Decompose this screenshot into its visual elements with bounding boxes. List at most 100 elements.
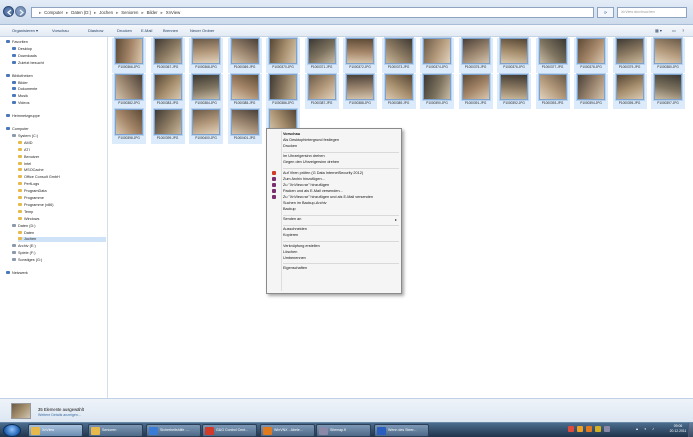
breadcrumb-separator-icon[interactable]: ▸ xyxy=(94,10,96,15)
burn-button[interactable]: Brennen xyxy=(163,27,178,35)
nav-item[interactable]: Musik xyxy=(12,94,106,99)
thumbnail-item[interactable]: P1000386.JPG xyxy=(266,73,300,109)
thumbnail-item[interactable]: P1000383.JPG xyxy=(150,73,185,109)
taskbar-button[interactable]: XnView xyxy=(28,424,83,437)
thumbnail-item[interactable]: P1000385.JPG xyxy=(227,73,262,109)
context-menu-item[interactable]: Senden an xyxy=(283,217,301,222)
thumbnail-item[interactable]: P1000382.JPG xyxy=(112,73,146,109)
context-menu-item[interactable]: Packen und als E-Mail versenden... xyxy=(283,189,343,194)
nav-item[interactable]: Benutzer xyxy=(18,154,106,160)
nav-item[interactable]: Programme xyxy=(18,196,106,201)
thumbnail-item[interactable]: P1000371.JPG xyxy=(304,38,339,73)
new-folder-button[interactable]: Neuer Ordner xyxy=(190,27,214,35)
breadcrumb-item[interactable]: Jochen xyxy=(99,10,113,15)
context-menu-item[interactable]: Löschen xyxy=(283,250,297,255)
nav-item[interactable]: Computer xyxy=(6,127,106,132)
breadcrumb-item[interactable]: Computer xyxy=(44,10,63,15)
nav-item[interactable]: Dokumente xyxy=(12,87,106,92)
thumbnail-item[interactable]: P1000377.JPG xyxy=(535,38,570,73)
thumbnail-item[interactable]: P1000368.JPG xyxy=(189,38,223,73)
taskbar-button[interactable]: WinVNX - Abele... xyxy=(260,424,315,437)
preview-pane-icon[interactable]: ▭ xyxy=(672,27,676,35)
nav-item[interactable]: Sonstiges (G:) xyxy=(12,258,106,263)
organize-button[interactable]: Organisieren ▾ xyxy=(12,27,38,35)
thumbnail-item[interactable]: P1000374.JPG xyxy=(420,38,454,73)
nav-item[interactable]: ATI xyxy=(18,147,106,153)
nav-item[interactable]: Netzwerk xyxy=(6,271,106,276)
email-button[interactable]: E-Mail xyxy=(141,27,152,35)
tray-expand-icon[interactable]: ▴ xyxy=(636,426,638,431)
nav-item[interactable]: Spiele (F:) xyxy=(12,251,106,256)
view-options-icon[interactable]: ▦ ▾ xyxy=(655,27,662,35)
nav-item[interactable]: Favoriten xyxy=(6,40,106,45)
network-icon[interactable]: ◖ xyxy=(644,426,646,431)
tray-icon[interactable] xyxy=(604,426,610,432)
thumbnail-item[interactable]: P1000390.JPG xyxy=(420,73,454,109)
thumbnail-item[interactable]: P1000387.JPG xyxy=(304,73,339,109)
breadcrumb-separator-icon[interactable]: ▸ xyxy=(116,10,118,15)
more-details-link[interactable]: Weitere Details anzeigen... xyxy=(38,413,81,417)
forward-button[interactable] xyxy=(15,6,26,17)
taskbar-button[interactable]: Wenn des Steer... xyxy=(374,424,429,437)
nav-item[interactable]: Bilder xyxy=(12,80,106,86)
context-menu-item[interactable]: Backup xyxy=(283,207,296,212)
breadcrumb-item[interactable]: Daten (D:) xyxy=(71,10,91,15)
nav-item[interactable]: AMD xyxy=(18,140,106,146)
context-menu-item[interactable]: Im Uhrzeigersinn drehen xyxy=(283,154,325,159)
taskbar-button[interactable]: Sicherheitshilfe -... xyxy=(146,424,201,437)
thumbnail-item[interactable]: P1000370.JPG xyxy=(266,38,300,73)
context-menu-item[interactable]: Drucken xyxy=(283,144,297,149)
back-button[interactable] xyxy=(3,6,14,17)
nav-item[interactable]: Downloads xyxy=(12,53,106,59)
thumbnail-item[interactable]: P1000394.JPG xyxy=(574,73,608,109)
taskbar-button[interactable]: G&G Control Cent... xyxy=(202,424,257,437)
tray-icon[interactable] xyxy=(595,426,601,432)
nav-item[interactable]: Desktop xyxy=(12,46,106,52)
nav-item[interactable]: Zuletzt besucht xyxy=(12,60,106,66)
thumbnail-item[interactable]: P1000388.JPG xyxy=(343,73,377,109)
context-menu-item[interactable]: Zu "XnView.rar" hinzufügen und als E-Mai… xyxy=(283,195,373,200)
thumbnail-item[interactable]: P1000380.JPG xyxy=(651,38,685,73)
thumbnail-item[interactable]: P1000392.JPG xyxy=(497,73,531,109)
thumbnail-item[interactable]: P1000389.JPG xyxy=(381,73,416,109)
thumbnail-item[interactable]: P1000400.JPG xyxy=(189,109,223,144)
context-menu-item[interactable]: Ausschneiden xyxy=(283,227,307,232)
taskbar-button[interactable]: Sitemap.fl xyxy=(316,424,371,437)
context-menu-item[interactable]: Zu "XnView.rar" hinzufügen xyxy=(283,183,329,188)
tray-icon[interactable] xyxy=(568,426,574,432)
thumbnail-item[interactable]: P1000397.JPG xyxy=(651,73,685,109)
nav-item[interactable]: Temp xyxy=(18,209,106,215)
breadcrumb-item[interactable]: Bilder xyxy=(147,10,158,15)
thumbnail-item[interactable]: P1000379.JPG xyxy=(612,38,647,73)
thumbnail-item[interactable]: P1000372.JPG xyxy=(343,38,377,73)
nav-item[interactable]: System (C:) xyxy=(12,133,106,139)
context-menu-item[interactable]: Umbenennen xyxy=(283,256,306,261)
context-menu-item[interactable]: Als Desktophintergrund festlegen xyxy=(283,138,339,143)
context-menu-item[interactable]: Verknüpfung erstellen xyxy=(283,244,320,249)
volume-icon[interactable]: ♪ xyxy=(652,426,654,431)
nav-item[interactable]: Archiv (E:) xyxy=(12,244,106,249)
thumbnail-item[interactable]: P1000366.JPG xyxy=(112,38,146,73)
thumbnail-item[interactable]: P1000369.JPG xyxy=(227,38,262,73)
show-desktop-button[interactable] xyxy=(688,423,693,437)
thumbnail-item[interactable]: P1000395.JPG xyxy=(612,73,647,109)
thumbnail-item[interactable]: P1000391.JPG xyxy=(458,73,493,109)
nav-item[interactable]: Daten (D:) xyxy=(12,223,106,229)
breadcrumb-separator-icon[interactable]: ▸ xyxy=(39,10,41,15)
start-button[interactable] xyxy=(3,424,21,437)
tray-icon[interactable] xyxy=(586,426,592,432)
context-menu-item[interactable]: Kopieren xyxy=(283,233,298,238)
thumbnail-item[interactable]: P1000399.JPG xyxy=(150,109,185,144)
thumbnail-item[interactable]: P1000367.JPG xyxy=(150,38,185,73)
help-icon[interactable]: ? xyxy=(682,27,684,35)
taskbar-button[interactable]: Senioren xyxy=(88,424,143,437)
thumbnail-item[interactable]: P1000398.JPG xyxy=(112,109,146,144)
thumbnail-item[interactable]: P1000375.JPG xyxy=(458,38,493,73)
nav-item[interactable]: Intel xyxy=(18,161,106,167)
preview-button[interactable]: Vorschau xyxy=(52,27,69,35)
nav-item[interactable]: Programme (x86) xyxy=(18,202,106,208)
nav-item[interactable]: Daten xyxy=(18,230,106,236)
thumbnail-item[interactable]: P1000378.JPG xyxy=(574,38,608,73)
tray-icon[interactable] xyxy=(577,426,583,432)
context-menu-item[interactable]: Suchen im Backup-Archiv xyxy=(283,201,326,206)
